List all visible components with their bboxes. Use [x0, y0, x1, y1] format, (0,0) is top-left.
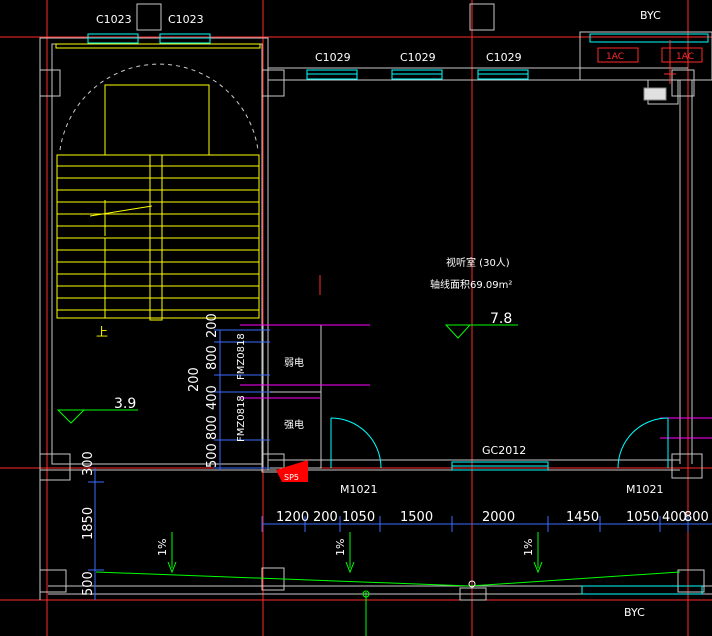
- window-label-c1029-c: C1029: [486, 51, 522, 64]
- dim-h-9: 800: [684, 510, 709, 525]
- ac-outdoor-unit: [643, 87, 667, 101]
- slope-label-1: 1%: [156, 539, 169, 556]
- shaft-label-lower: 强电: [284, 418, 304, 431]
- dim-h-4: 1500: [400, 510, 433, 525]
- window-label-c1029-b: C1029: [400, 51, 436, 64]
- stair-arc: [59, 63, 259, 151]
- door-label-m1021-right: M1021: [626, 483, 664, 496]
- dim-h-3: 1050: [342, 510, 375, 525]
- door-label-m1021-left: M1021: [340, 483, 378, 496]
- slope-label-2: 1%: [334, 539, 347, 556]
- dim-h-6: 1450: [566, 510, 599, 525]
- windows: [87, 33, 709, 595]
- byc-label-top: BYC: [640, 9, 661, 22]
- room-name: 视听室 (30人): [446, 256, 510, 269]
- dim-h-1: 1200: [276, 510, 309, 525]
- elevation-markers: [56, 324, 681, 636]
- dim-v-shaft-6: 500: [205, 443, 220, 468]
- room-area: 轴线面积69.09m²: [430, 278, 512, 291]
- magenta-guides: [240, 324, 712, 439]
- dim-v-shaft-3: 200: [187, 367, 202, 392]
- stair-up-label: 上: [96, 325, 108, 339]
- window-label-c1029-a: C1029: [315, 51, 351, 64]
- slope-label-3: 1%: [522, 539, 535, 556]
- ac-label-2: 1AC: [676, 52, 694, 62]
- window-label-gc2012: GC2012: [482, 444, 526, 457]
- dim-h-7: 1050: [626, 510, 659, 525]
- ac-label-1: 1AC: [606, 52, 624, 62]
- ac-units: [597, 40, 703, 84]
- dim-v-left-2: 1850: [81, 507, 96, 540]
- window-label-c1023-a: C1023: [96, 13, 132, 26]
- elevation-room: 7.8: [490, 311, 512, 327]
- elevation-stair: 3.9: [114, 396, 136, 412]
- fm-label-lower: FMZ0818: [236, 395, 247, 442]
- staircase: [55, 43, 261, 321]
- dim-v-shaft-2: 800: [205, 345, 220, 370]
- dim-h-5: 2000: [482, 510, 515, 525]
- red-tag-label: SP5: [284, 473, 299, 482]
- floor-plan-drawing: C1023 C1023 C1029 C1029 C1029 GC2012 BYC…: [0, 0, 712, 636]
- dim-v-shaft-1: 200: [205, 313, 220, 338]
- dim-v-left-1: 300: [81, 451, 96, 476]
- shaft-label-upper: 弱电: [284, 356, 304, 369]
- dim-h-2: 200: [313, 510, 338, 525]
- dim-v-shaft-4: 400: [205, 385, 220, 410]
- byc-label-bottom: BYC: [624, 606, 645, 619]
- dim-v-shaft-5: 800: [205, 415, 220, 440]
- fm-label-upper: FMZ0818: [236, 333, 247, 380]
- dim-v-left-3: 500: [81, 571, 96, 596]
- window-label-c1023-b: C1023: [168, 13, 204, 26]
- walls: [39, 3, 712, 601]
